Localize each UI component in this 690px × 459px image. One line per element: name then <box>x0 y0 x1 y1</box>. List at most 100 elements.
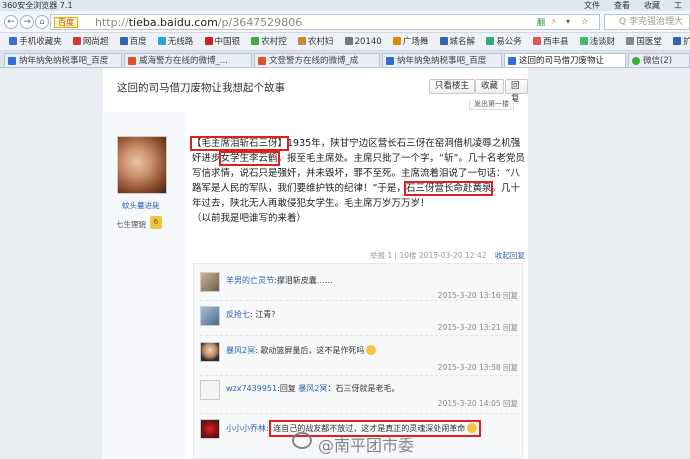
tab-item[interactable]: 纳年纳免纳税事吧_百度 <box>4 53 122 67</box>
bookmark-item[interactable]: 中国银 <box>204 33 240 50</box>
watermark: @南平团市委 <box>318 436 415 455</box>
bookmark-item[interactable]: 国医堂 <box>626 33 662 50</box>
reply-button[interactable]: 回复 <box>505 79 528 104</box>
bookmark-item[interactable]: 百度 <box>119 33 147 50</box>
comment-user[interactable]: 暴风2冥 <box>226 346 255 355</box>
comment-time: 2015-3-20 13:16 <box>437 291 501 300</box>
comment-text: ：石三伢就是老毛。 <box>327 384 400 393</box>
wechat-icon <box>632 57 640 65</box>
browser-title: 360安全浏览器 7.1 <box>2 1 73 10</box>
comment-reply-link[interactable]: 回复 <box>503 291 518 300</box>
collapse-replies-link[interactable]: 收起回复 <box>495 251 525 260</box>
divider <box>200 375 518 376</box>
only-op-button[interactable]: 只看楼主 <box>429 79 476 94</box>
post-date: 2015-03-20 12:42 <box>418 251 487 260</box>
comment-text: 江青？ <box>255 310 280 319</box>
bookmark-item[interactable]: 农村控 <box>251 33 287 50</box>
comment-reply-link[interactable]: 回复 <box>503 323 518 332</box>
translate-icon[interactable]: 翻 <box>537 17 545 28</box>
post-body: 【毛主席泪斩石三伢】1935年，陕甘宁边区营长石三伢在窑洞借机凌辱之机强奸进步女… <box>189 136 525 224</box>
baidu-badge: 百度 <box>54 17 78 28</box>
menu-tools[interactable]: 工 <box>674 0 682 11</box>
tab-item[interactable]: 文登警方在线的微博_成 <box>254 53 380 67</box>
tieba-icon <box>8 57 16 65</box>
bookmarks-bar: 手机收藏夹 网尚超 百度 无线路 中国银 农村控 农村妇 20140 广场舞 城… <box>0 33 690 51</box>
first-floor-link[interactable]: 发出第一楼 <box>469 100 514 110</box>
comment-time: 2015-3-20 13:21 <box>437 323 501 332</box>
menu-favorites[interactable]: 收藏 <box>644 0 660 11</box>
comment-item: wzx7439951:回复 暴风2冥：石三伢就是老毛。 2015-3-20 14… <box>194 378 524 412</box>
reply-to-user[interactable]: 暴风2冥 <box>298 384 327 393</box>
bookmark-item[interactable]: 网尚超 <box>72 33 108 50</box>
tab-item-active[interactable]: 这回的司马借刀废物让 <box>504 53 626 67</box>
chevron-down-icon[interactable]: ▾ <box>566 17 570 26</box>
home-icon[interactable]: ⌂ <box>35 15 49 29</box>
avatar[interactable] <box>200 342 220 362</box>
bookmark-item[interactable]: 无线路 <box>157 33 193 50</box>
menu-file[interactable]: 文件 <box>584 0 600 11</box>
star-icon[interactable]: ☆ <box>581 17 588 26</box>
avatar[interactable] <box>200 380 220 400</box>
comment-time: 2015-3-20 13:58 <box>437 363 501 372</box>
report-link[interactable]: 举报 <box>370 251 385 260</box>
highlight-student: 女学生李云鹤 <box>218 151 280 166</box>
title-bar: 360安全浏览器 7.1 文件 查看 收藏 工 <box>0 0 690 11</box>
menu-view[interactable]: 查看 <box>614 0 630 11</box>
bookmark-item[interactable]: 城名解 <box>439 33 475 50</box>
lightning-icon[interactable]: ⚡ <box>551 17 557 26</box>
weibo-icon <box>258 57 266 65</box>
author-username[interactable]: 蚊头蔓进毙 <box>122 200 160 211</box>
level-badge: 6 <box>150 216 162 229</box>
highlight-executed: 石三伢营长命赴黄泉 <box>403 181 494 196</box>
tieba-icon <box>508 57 516 65</box>
url-text: http://tieba.baidu.com/p/3647529806 <box>95 16 303 29</box>
comment-item: 羊男的亡灵节:撑泪斩皮囊…… 2015-3-20 13:16 回复 <box>194 270 524 300</box>
emoji-icon <box>467 423 478 433</box>
tab-item[interactable]: 威海警方在线的微博_... <box>124 53 252 67</box>
back-button[interactable]: ← <box>4 15 18 29</box>
thread-header: 这回的司马借刀废物让我想起个故事 只看楼主 收藏 回复 <box>103 76 528 104</box>
url-input[interactable]: 百度 http://tieba.baidu.com/p/3647529806 翻… <box>50 14 600 30</box>
comment-text: 歌动篮屏量后，这不是作死吗 <box>260 346 365 355</box>
comment-time: 2015-3-20 14:05 <box>437 399 501 408</box>
tab-strip: 纳年纳免纳税事吧_百度 威海警方在线的微博_... 文登警方在线的微博_成 纳年… <box>0 51 690 68</box>
comment-user[interactable]: 小小小乔林 <box>226 424 266 433</box>
comment-reply-link[interactable]: 回复 <box>503 363 518 372</box>
comment-item: 反抢七: 江青？ 2015-3-20 13:21 回复 <box>194 304 524 334</box>
right-gutter <box>528 68 690 459</box>
bookmark-item[interactable]: 西丰县 <box>532 33 568 50</box>
comment-user[interactable]: wzx7439951 <box>226 384 277 393</box>
bookmark-item[interactable]: 广场舞 <box>392 33 428 50</box>
thread-title: 这回的司马借刀废物让我想起个故事 <box>117 82 285 94</box>
tieba-icon <box>386 57 394 65</box>
bookmark-item[interactable]: 扩展 <box>673 33 690 50</box>
avatar[interactable] <box>117 136 167 194</box>
weibo-icon <box>128 57 136 65</box>
comment-user[interactable]: 反抢七 <box>226 310 250 319</box>
author-level-label: 七生狸貌 <box>116 220 146 229</box>
comment-item: 暴风2冥: 歌动篮屏量后，这不是作死吗 2015-3-20 13:58 回复 <box>194 340 524 374</box>
floor-number: 1 | 10楼 <box>387 251 417 260</box>
bookmark-item[interactable]: 农村妇 <box>297 33 333 50</box>
comments-panel: 羊男的亡灵节:撑泪斩皮囊…… 2015-3-20 13:16 回复 反抢七: 江… <box>193 263 523 459</box>
comment-reply-link[interactable]: 回复 <box>503 399 518 408</box>
avatar[interactable] <box>200 272 220 292</box>
divider <box>200 300 518 301</box>
post-note: （以前我是吧谁写的来着） <box>192 213 307 224</box>
divider <box>200 413 518 414</box>
forward-button[interactable]: → <box>20 15 34 29</box>
avatar[interactable] <box>200 419 220 439</box>
highlight-title: 【毛主席泪斩石三伢】 <box>189 136 290 151</box>
search-input[interactable]: Q 李克强治理大 <box>604 14 690 30</box>
bookmark-item[interactable]: 手机收藏夹 <box>9 33 62 50</box>
tab-item[interactable]: 纳年纳免纳税事吧_百度 <box>382 53 502 67</box>
comment-text: 撑泪斩皮囊…… <box>276 276 333 285</box>
comment-user[interactable]: 羊男的亡灵节 <box>226 276 274 285</box>
avatar[interactable] <box>200 306 220 326</box>
favorite-button[interactable]: 收藏 <box>475 79 505 94</box>
bookmark-item[interactable]: 浅谈财 <box>579 33 615 50</box>
tab-item[interactable]: 微信(2) <box>628 53 690 67</box>
bookmark-item[interactable]: 20140 <box>344 33 382 50</box>
address-bar: ← → ⌂ 百度 http://tieba.baidu.com/p/364752… <box>0 11 690 33</box>
bookmark-item[interactable]: 易公务 <box>486 33 522 50</box>
